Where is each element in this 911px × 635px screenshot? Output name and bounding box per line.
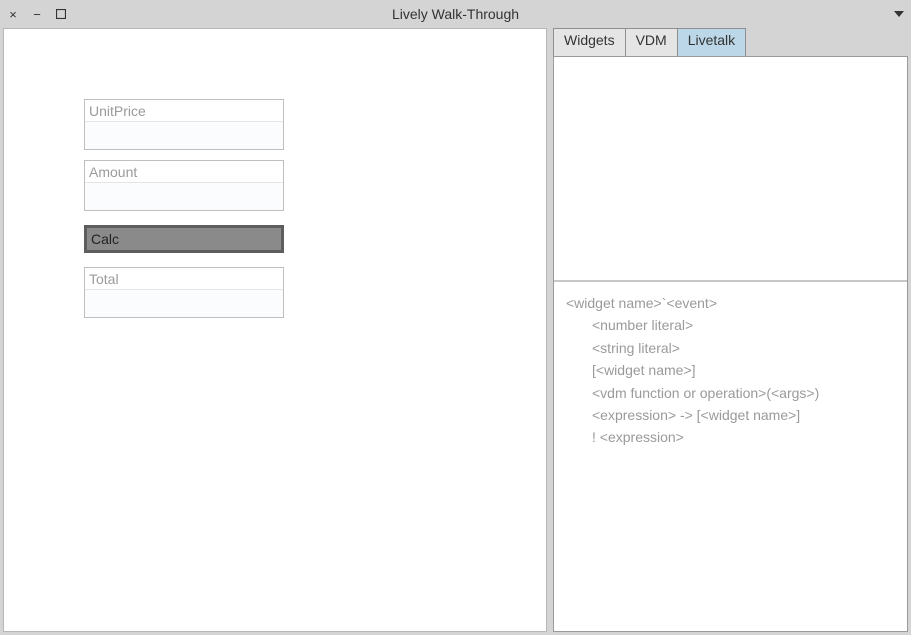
tab-livetalk[interactable]: Livetalk — [677, 28, 746, 56]
tab-bar: Widgets VDM Livetalk — [553, 28, 908, 56]
help-line: [<widget name>] — [566, 359, 895, 381]
total-field: Total — [84, 267, 284, 318]
minimize-icon[interactable]: − — [30, 8, 44, 21]
app-body: UnitPrice Amount Calc Total Widgets VDM … — [0, 28, 911, 635]
livetalk-help: <widget name>`<event> <number literal> <… — [554, 282, 907, 631]
window-title: Lively Walk-Through — [392, 6, 519, 22]
livetalk-editor[interactable] — [554, 57, 907, 282]
close-icon[interactable]: × — [6, 8, 20, 21]
canvas-panel[interactable]: UnitPrice Amount Calc Total — [3, 28, 547, 632]
help-line: <number literal> — [566, 314, 895, 336]
titlebar: × − Lively Walk-Through — [0, 0, 911, 28]
dropdown-icon[interactable] — [893, 9, 905, 19]
maximize-icon[interactable] — [54, 8, 68, 21]
help-line: <expression> -> [<widget name>] — [566, 404, 895, 426]
amount-input[interactable] — [85, 182, 283, 210]
help-line: <string literal> — [566, 337, 895, 359]
main-window: × − Lively Walk-Through UnitPrice Amount… — [0, 0, 911, 635]
unitprice-label: UnitPrice — [85, 100, 283, 121]
help-line: ! <expression> — [566, 426, 895, 448]
total-label: Total — [85, 268, 283, 289]
livetalk-pane: <widget name>`<event> <number literal> <… — [553, 56, 908, 632]
unitprice-input[interactable] — [85, 121, 283, 149]
help-line: <widget name>`<event> — [566, 292, 895, 314]
unitprice-field: UnitPrice — [84, 99, 284, 150]
tab-vdm[interactable]: VDM — [625, 28, 678, 56]
side-panel: Widgets VDM Livetalk <widget name>`<even… — [553, 28, 908, 632]
window-controls: × − — [6, 8, 68, 21]
help-line: <vdm function or operation>(<args>) — [566, 382, 895, 404]
amount-label: Amount — [85, 161, 283, 182]
amount-field: Amount — [84, 160, 284, 211]
calc-button[interactable]: Calc — [84, 225, 284, 253]
tab-widgets[interactable]: Widgets — [553, 28, 626, 56]
total-input[interactable] — [85, 289, 283, 317]
